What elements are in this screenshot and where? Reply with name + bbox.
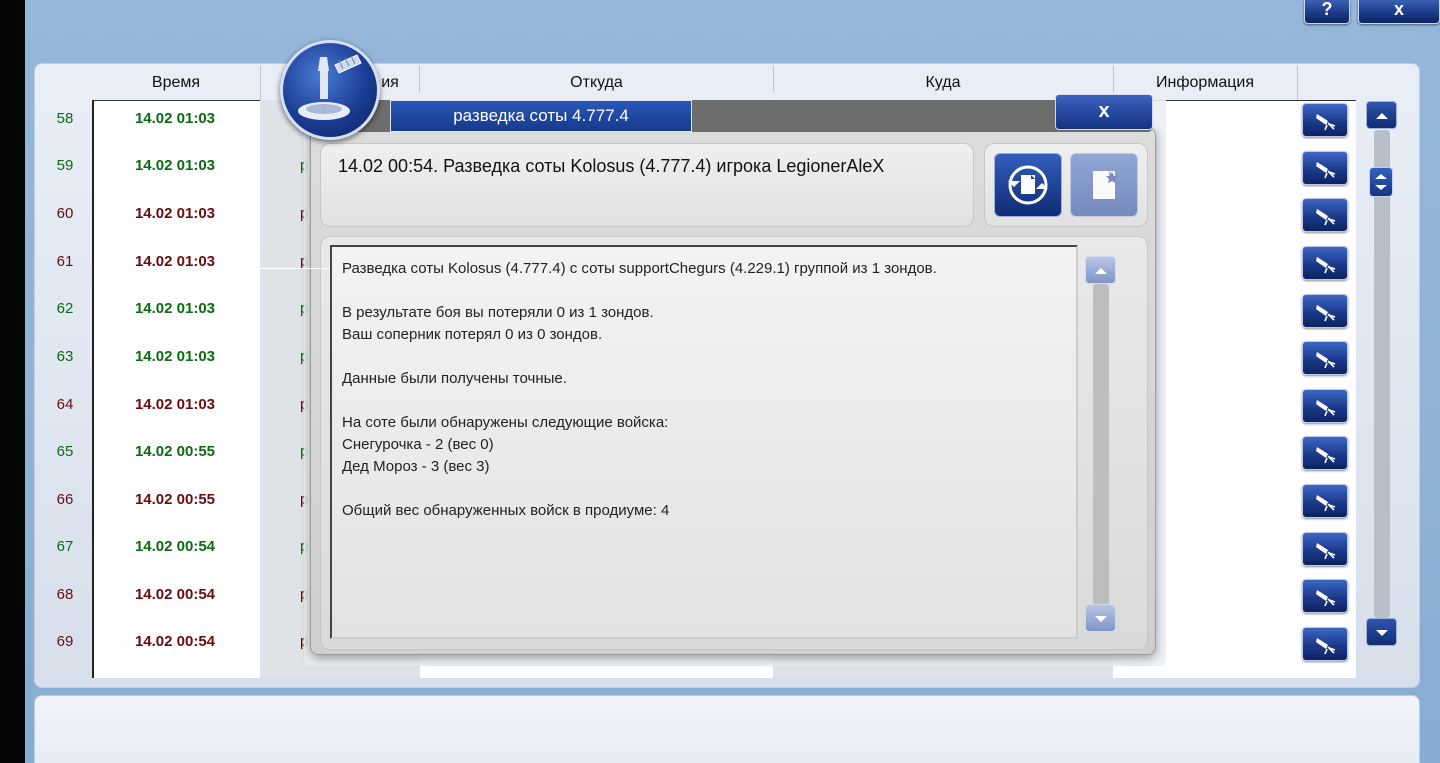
bottom-panel: [34, 695, 1420, 763]
telescope-icon: [1316, 543, 1336, 560]
column-separator: [260, 66, 261, 100]
message-gap: [342, 280, 1066, 302]
arrow-up-icon: [1375, 113, 1388, 119]
info-button[interactable]: [1302, 198, 1348, 232]
telescope-icon: [1316, 162, 1336, 179]
row-time[interactable]: 14.02 01:03: [96, 253, 254, 270]
note-icon: [1093, 171, 1118, 199]
row-time[interactable]: 14.02 01:03: [96, 396, 254, 413]
message-line: Разведка соты Kolosus (4.777.4) с соты s…: [342, 260, 937, 277]
left-border: [0, 0, 25, 763]
dialog-close-button[interactable]: x: [1055, 94, 1153, 130]
row-number: 68: [56, 586, 74, 603]
dialog-scroll-up-button[interactable]: [1085, 256, 1116, 284]
row-time[interactable]: 14.02 00:55: [96, 491, 254, 508]
info-button[interactable]: [1302, 246, 1348, 280]
message-gap: [342, 390, 1066, 412]
row-number: 65: [56, 443, 74, 460]
message-gap: [342, 346, 1066, 368]
info-button[interactable]: [1302, 103, 1348, 137]
bookmark-report-button[interactable]: [1070, 153, 1138, 217]
message-line: Дед Мороз - 3 (вес 3): [342, 458, 490, 475]
help-button[interactable]: ?: [1304, 0, 1350, 24]
satellite-emblem: [298, 54, 362, 120]
row-number: 69: [56, 633, 74, 650]
close-icon: x: [1098, 100, 1110, 122]
telescope-icon: [1316, 638, 1336, 655]
info-button[interactable]: [1302, 389, 1348, 423]
grip-icon: [1375, 174, 1387, 190]
dialog-title: разведка соты 4.777.4: [390, 100, 692, 132]
main-scrollbar-track[interactable]: [1374, 130, 1390, 618]
info-button[interactable]: [1302, 579, 1348, 613]
message-line: Ваш соперник потерял 0 из 0 зондов.: [342, 326, 603, 343]
telescope-icon: [1316, 257, 1336, 274]
telescope-icon: [1316, 352, 1336, 369]
message-line: Снегурочка - 2 (вес 0): [342, 436, 494, 453]
row-time[interactable]: 14.02 01:03: [96, 348, 254, 365]
main-scrollbar-thumb[interactable]: [1369, 167, 1393, 197]
telescope-icon: [1316, 209, 1336, 226]
guide-line: [258, 268, 330, 269]
row-number: 62: [56, 300, 74, 317]
info-button[interactable]: [1302, 436, 1348, 470]
row-time[interactable]: 14.02 00:54: [96, 586, 254, 603]
row-number: 59: [56, 157, 74, 174]
dialog-scroll-down-button[interactable]: [1085, 604, 1116, 632]
row-time[interactable]: 14.02 01:03: [96, 157, 254, 174]
info-button[interactable]: [1302, 294, 1348, 328]
window-close-button[interactable]: x: [1358, 0, 1440, 24]
message-line: В результате боя вы потеряли 0 из 1 зонд…: [342, 304, 654, 321]
main-scroll-down-button[interactable]: [1366, 618, 1397, 646]
row-number: 66: [56, 491, 74, 508]
info-button[interactable]: [1302, 341, 1348, 375]
telescope-icon: [1316, 495, 1336, 512]
refresh-report-button[interactable]: [994, 153, 1062, 217]
row-time[interactable]: 14.02 01:03: [96, 110, 254, 127]
row-time[interactable]: 14.02 00:55: [96, 443, 254, 460]
main-scroll-up-button[interactable]: [1366, 101, 1397, 129]
row-number: 63: [56, 348, 74, 365]
row-time[interactable]: 14.02 00:54: [96, 538, 254, 555]
telescope-icon: [1316, 590, 1336, 607]
telescope-icon: [1316, 447, 1336, 464]
row-number: 61: [56, 253, 74, 270]
arrow-down-icon: [1375, 630, 1388, 636]
report-message: Разведка соты Kolosus (4.777.4) с соты s…: [330, 245, 1078, 639]
row-number: 67: [56, 538, 74, 555]
dialog-scrollbar-track[interactable]: [1093, 284, 1109, 606]
message-line: На соте были обнаружены следующие войска…: [342, 414, 669, 431]
info-button[interactable]: [1302, 627, 1348, 661]
message-line: Общий вес обнаруженных войск в продиуме:…: [342, 502, 670, 519]
telescope-icon: [1316, 400, 1336, 417]
help-icon: ?: [1321, 0, 1333, 19]
row-number: 60: [56, 205, 74, 222]
arrow-down-icon: [1094, 616, 1107, 622]
satellite-icon: [280, 40, 380, 140]
column-separator: [1297, 66, 1298, 100]
info-button[interactable]: [1302, 484, 1348, 518]
message-line: Данные были получены точные.: [342, 370, 567, 387]
refresh-icon: [1008, 165, 1048, 205]
report-header: 14.02 00:54. Разведка соты Kolosus (4.77…: [338, 156, 885, 176]
close-icon: x: [1393, 0, 1404, 19]
row-time[interactable]: 14.02 01:03: [96, 205, 254, 222]
arrow-up-icon: [1094, 268, 1107, 274]
column-header-time[interactable]: Время: [92, 66, 260, 100]
info-button[interactable]: [1302, 532, 1348, 566]
row-time[interactable]: 14.02 00:54: [96, 633, 254, 650]
telescope-icon: [1316, 114, 1336, 131]
row-number: 58: [56, 110, 74, 127]
telescope-icon: [1316, 305, 1336, 322]
info-button[interactable]: [1302, 151, 1348, 185]
row-number: 64: [56, 396, 74, 413]
row-time[interactable]: 14.02 01:03: [96, 300, 254, 317]
message-gap: [342, 478, 1066, 500]
